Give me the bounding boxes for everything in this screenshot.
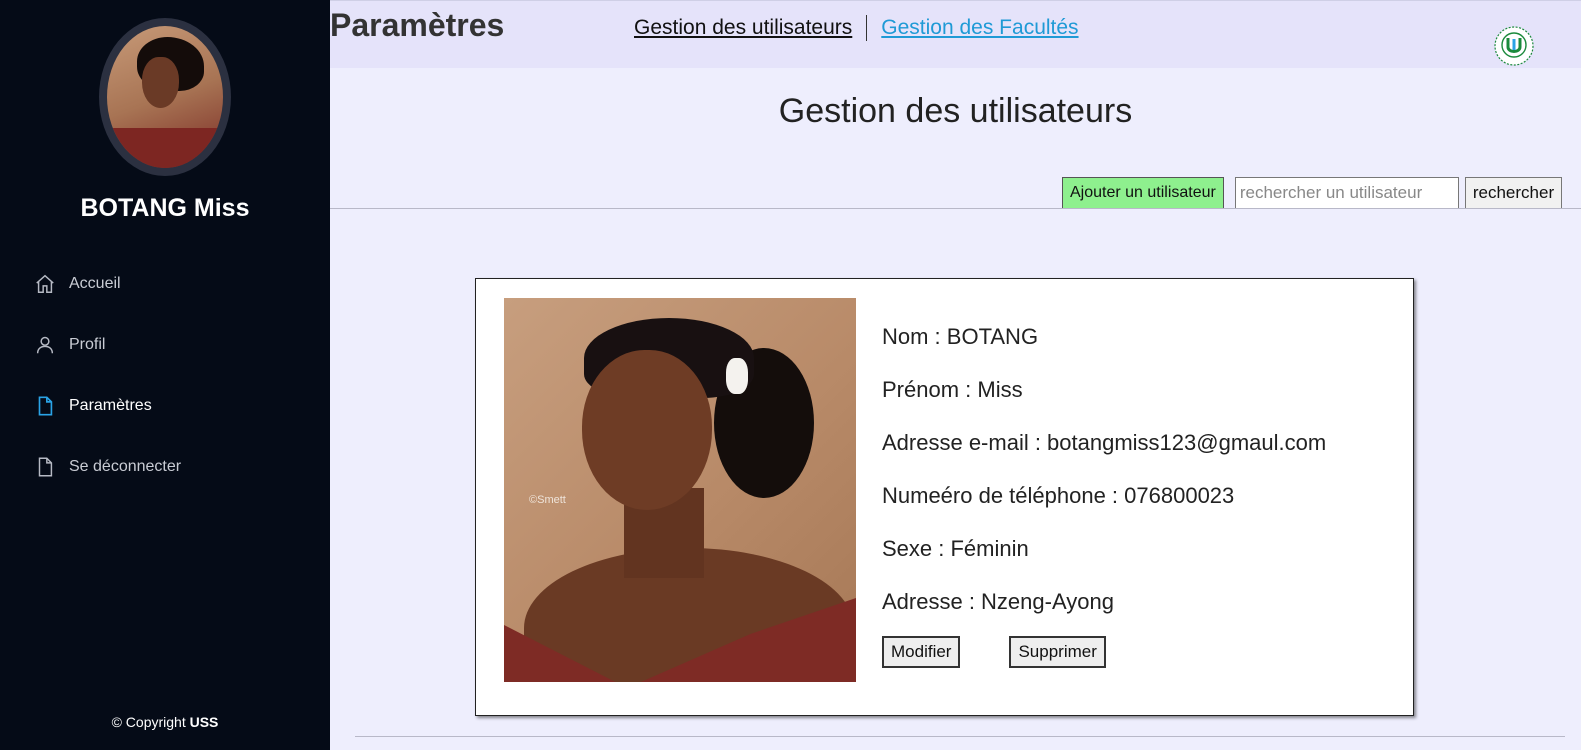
sidebar-item-label: Accueil: [69, 275, 121, 292]
home-icon: [33, 272, 57, 296]
user-card: ©Smett Nom : BOTANG Prénom : Miss Adress…: [475, 278, 1414, 716]
sidebar-item-label: Se déconnecter: [69, 458, 182, 475]
user-telephone: Numeéro de téléphone : 076800023: [882, 483, 1235, 508]
user-prenom: Prénom : Miss: [882, 377, 1023, 402]
sidebar-item-accueil[interactable]: Accueil: [33, 270, 181, 298]
sidebar-user-name: BOTANG Miss: [80, 194, 250, 222]
avatar[interactable]: [99, 18, 231, 176]
user-info: Nom : BOTANG Prénom : Miss Adresse e-mai…: [882, 324, 1326, 642]
link-gestion-utilisateurs[interactable]: Gestion des utilisateurs: [634, 16, 852, 40]
search-input[interactable]: [1234, 177, 1459, 209]
section-title: Gestion des utilisateurs: [778, 92, 1133, 130]
user-adresse: Adresse : Nzeng-Ayong: [882, 589, 1114, 614]
search-button[interactable]: rechercher: [1464, 177, 1563, 209]
document-icon: [33, 455, 57, 479]
user-sexe: Sexe : Féminin: [882, 536, 1029, 561]
sidebar-item-profil[interactable]: Profil: [33, 331, 181, 359]
sidebar-item-label: Paramètres: [69, 397, 152, 414]
copyright-brand: USS: [189, 714, 219, 730]
photo-credit: ©Smett: [529, 494, 566, 506]
user-nom: Nom : BOTANG: [882, 324, 1039, 349]
document-icon: [33, 394, 57, 418]
delete-button[interactable]: Supprimer: [1009, 636, 1106, 668]
edit-button[interactable]: Modifier: [882, 636, 961, 668]
divider: [330, 208, 1581, 209]
link-gestion-facultes[interactable]: Gestion des Facultés: [881, 16, 1078, 40]
sidebar-nav: Accueil Profil Paramètres Se déconnecter: [33, 270, 181, 514]
user-icon: [33, 333, 57, 357]
top-nav-links: Gestion des utilisateurs Gestion des Fac…: [634, 15, 1079, 41]
user-toolbar: Ajouter un utilisateur rechercher: [1062, 177, 1563, 209]
avatar-photo: [107, 26, 223, 168]
user-photo: ©Smett: [504, 298, 856, 682]
bottom-divider: [355, 736, 1565, 737]
sidebar: BOTANG Miss Accueil Profil Paramètres Se…: [0, 0, 330, 750]
copyright-prefix: © Copyright: [111, 714, 186, 730]
topbar: Paramètres Gestion des utilisateurs Gest…: [330, 0, 1581, 68]
university-logo-icon: [1493, 25, 1535, 67]
card-actions: Modifier Supprimer: [882, 636, 1106, 668]
sidebar-item-parametres[interactable]: Paramètres: [33, 392, 181, 420]
user-email: Adresse e-mail : botangmiss123@gmaul.com: [882, 430, 1327, 455]
sidebar-item-label: Profil: [69, 336, 106, 353]
link-separator: [866, 15, 868, 41]
add-user-button[interactable]: Ajouter un utilisateur: [1062, 177, 1224, 209]
sidebar-item-se-deconnecter[interactable]: Se déconnecter: [33, 453, 181, 481]
copyright: © Copyright USS: [0, 714, 330, 730]
page-title: Paramètres: [330, 7, 505, 43]
